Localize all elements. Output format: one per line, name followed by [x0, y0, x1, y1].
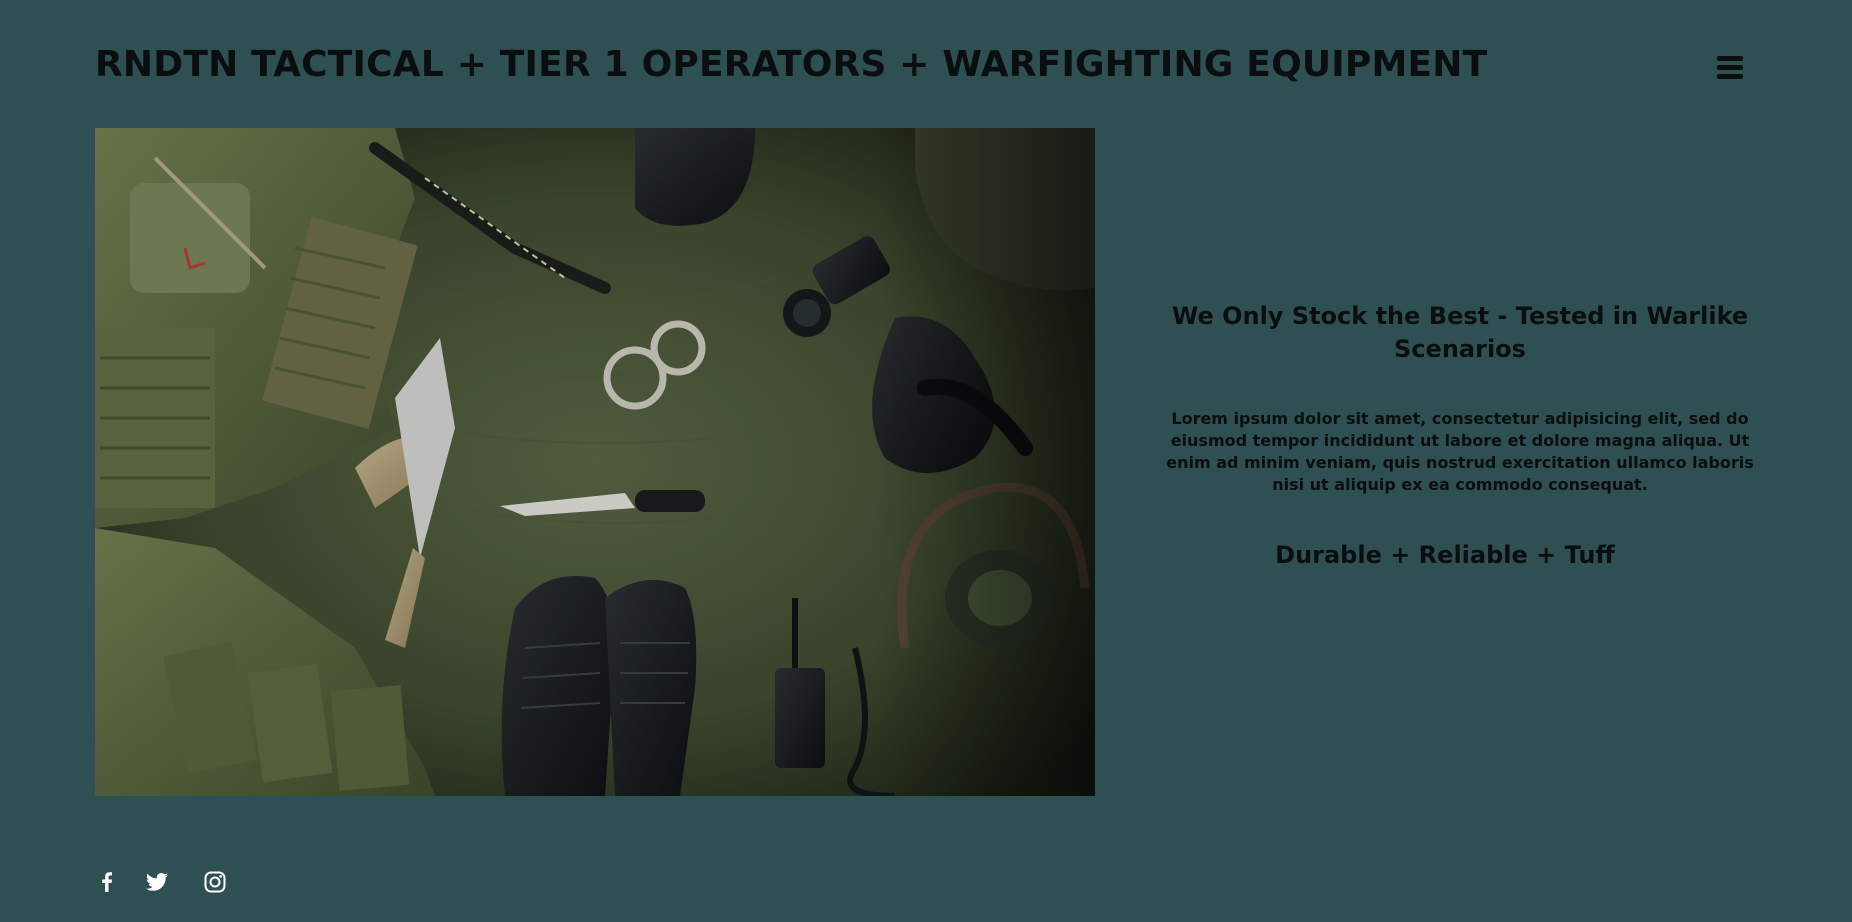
menu-bar — [1717, 65, 1743, 70]
social-links — [95, 870, 253, 894]
hero-image — [95, 128, 1095, 796]
facebook-link[interactable] — [95, 870, 119, 894]
menu-bar — [1717, 74, 1743, 79]
section-body-text: Lorem ipsum dolor sit amet, consectetur … — [1166, 409, 1754, 494]
facebook-icon — [102, 872, 112, 892]
hamburger-menu-button[interactable] — [1713, 56, 1747, 80]
site-title: RNDTN TACTICAL + TIER 1 OPERATORS + WARF… — [95, 44, 1488, 85]
tactical-gear-photo — [95, 128, 1095, 796]
main-content: We Only Stock the Best - Tested in Warli… — [1160, 300, 1760, 570]
menu-bar — [1717, 56, 1743, 61]
tagline: Durable + Reliable + Tuff — [1275, 541, 1615, 569]
instagram-icon — [204, 871, 226, 893]
section-headline: We Only Stock the Best - Tested in Warli… — [1171, 302, 1749, 363]
instagram-link[interactable] — [203, 870, 227, 894]
twitter-icon — [146, 873, 168, 891]
twitter-link[interactable] — [145, 870, 169, 894]
